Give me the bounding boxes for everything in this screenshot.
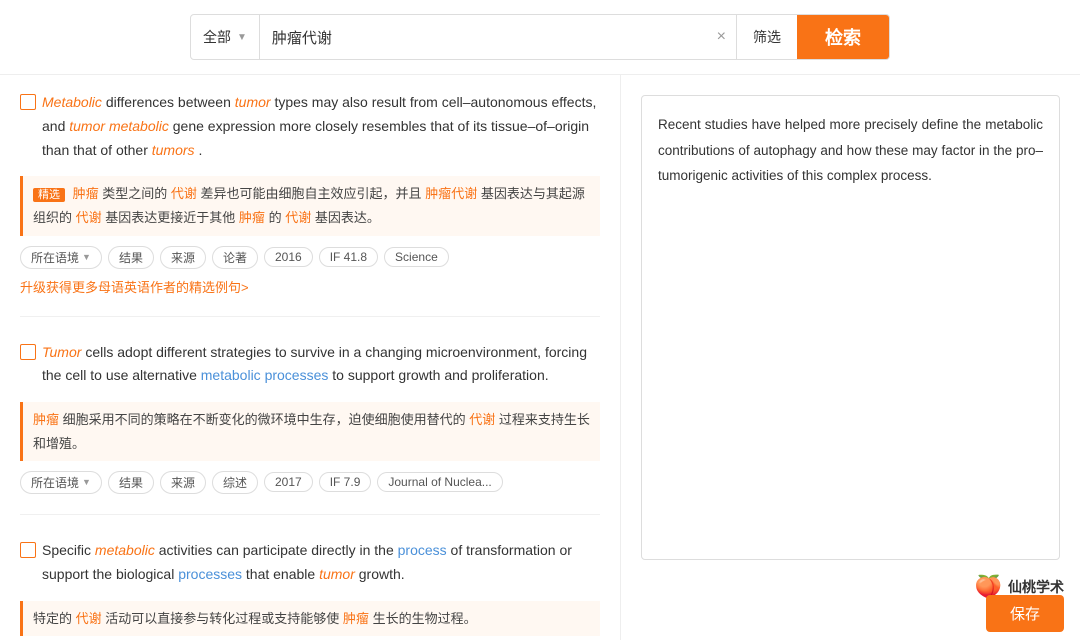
tag-context[interactable]: 所在语境 ▼ (20, 246, 102, 269)
save-button[interactable]: 保存 (986, 595, 1064, 632)
keyword-metabolic2: metabolic (109, 118, 169, 134)
tag-journal-2[interactable]: Journal of Nuclea... (377, 472, 502, 492)
jingxuan-tag: 精选 (33, 188, 65, 202)
keyword-metabolic: Metabolic (42, 94, 102, 110)
search-type-label: 全部 (203, 27, 231, 47)
t3-hl1: 代谢 (76, 611, 102, 626)
t3-hl2: 肿瘤 (343, 611, 369, 626)
side-panel-border: Recent studies have helped more precisel… (641, 95, 1060, 560)
translation-box-3: 特定的 代谢 活动可以直接参与转化过程或支持能够使 肿瘤 生长的生物过程。 (20, 601, 600, 636)
tag-source-2[interactable]: 来源 (160, 471, 206, 494)
result-title-3: Specific metabolic activities can partic… (42, 539, 600, 587)
kw-processes: processes (178, 566, 242, 582)
result-icon (20, 94, 36, 110)
trans-hl3: 肿瘤代谢 (425, 186, 477, 201)
chevron-down-icon: ▼ (237, 32, 247, 43)
t2-hl2: 代谢 (469, 412, 495, 427)
brand-name: 仙桃学术 (1008, 577, 1064, 597)
side-panel: Recent studies have helped more precisel… (620, 75, 1080, 640)
result-item-2: Tumor cells adopt different strategies t… (20, 341, 600, 515)
translation-box: 精选 肿瘤 类型之间的 代谢 差异也可能由细胞自主效应引起，并且 肿瘤代谢 基因… (20, 176, 600, 235)
tag-type[interactable]: 论著 (212, 246, 258, 269)
result-header-2: Tumor cells adopt different strategies t… (20, 341, 600, 395)
tags-row-1: 所在语境 ▼ 结果 来源 论著 2016 IF 41.8 Science (20, 246, 600, 269)
clear-icon[interactable]: × (707, 28, 736, 46)
tag-journal[interactable]: Science (384, 247, 449, 267)
tags-row-2: 所在语境 ▼ 结果 来源 综述 2017 IF 7.9 Journal of N… (20, 471, 600, 494)
kw-tumor: Tumor (42, 344, 81, 360)
tag-result-2[interactable]: 结果 (108, 471, 154, 494)
search-button[interactable]: 检索 (797, 15, 889, 59)
kw-tumor3: tumor (319, 566, 355, 582)
kw-process: process (398, 542, 447, 558)
result-item: Metabolic differences between tumor type… (20, 91, 600, 317)
main-content: Metabolic differences between tumor type… (0, 75, 1080, 640)
keyword-tumor2: tumor (69, 118, 105, 134)
tag-type-2[interactable]: 综述 (212, 471, 258, 494)
upgrade-link[interactable]: 升级获得更多母语英语作者的精选例句> (20, 277, 249, 296)
keyword-tumors: tumors (152, 142, 195, 158)
tag-source[interactable]: 来源 (160, 246, 206, 269)
filter-button[interactable]: 筛选 (736, 15, 797, 59)
search-type-select[interactable]: 全部 ▼ (191, 15, 260, 59)
side-panel-text: Recent studies have helped more precisel… (658, 112, 1043, 189)
result-title-2: Tumor cells adopt different strategies t… (42, 341, 600, 389)
result-title: Metabolic differences between tumor type… (42, 91, 600, 162)
trans-hl6: 代谢 (285, 210, 311, 225)
tag-year[interactable]: 2016 (264, 247, 313, 267)
result-icon-3 (20, 542, 36, 558)
trans-hl4: 代谢 (76, 210, 102, 225)
kw-metabolic-processes: metabolic processes (201, 367, 329, 383)
search-input[interactable] (260, 15, 707, 59)
tag-context-2[interactable]: 所在语境 ▼ (20, 471, 102, 494)
tag-year-2[interactable]: 2017 (264, 472, 313, 492)
translation-box-2: 肿瘤 细胞采用不同的策略在不断变化的微环境中生存，迫使细胞使用替代的 代谢 过程… (20, 402, 600, 461)
top-bar: 全部 ▼ × 筛选 检索 (0, 0, 1080, 75)
result-header-3: Specific metabolic activities can partic… (20, 539, 600, 593)
result-icon-2 (20, 344, 36, 360)
results-panel: Metabolic differences between tumor type… (0, 75, 620, 640)
kw-metabolic3: metabolic (95, 542, 155, 558)
search-container: 全部 ▼ × 筛选 检索 (190, 14, 890, 60)
tag-result[interactable]: 结果 (108, 246, 154, 269)
t2-hl1: 肿瘤 (33, 412, 59, 427)
trans-hl2: 代谢 (171, 186, 197, 201)
trans-hl1: 肿瘤 (73, 186, 99, 201)
trans-hl5: 肿瘤 (239, 210, 265, 225)
keyword-tumor: tumor (235, 94, 271, 110)
tag-if[interactable]: IF 41.8 (319, 247, 378, 267)
tag-if-2[interactable]: IF 7.9 (319, 472, 372, 492)
result-header: Metabolic differences between tumor type… (20, 91, 600, 168)
result-item-3: Specific metabolic activities can partic… (20, 539, 600, 640)
